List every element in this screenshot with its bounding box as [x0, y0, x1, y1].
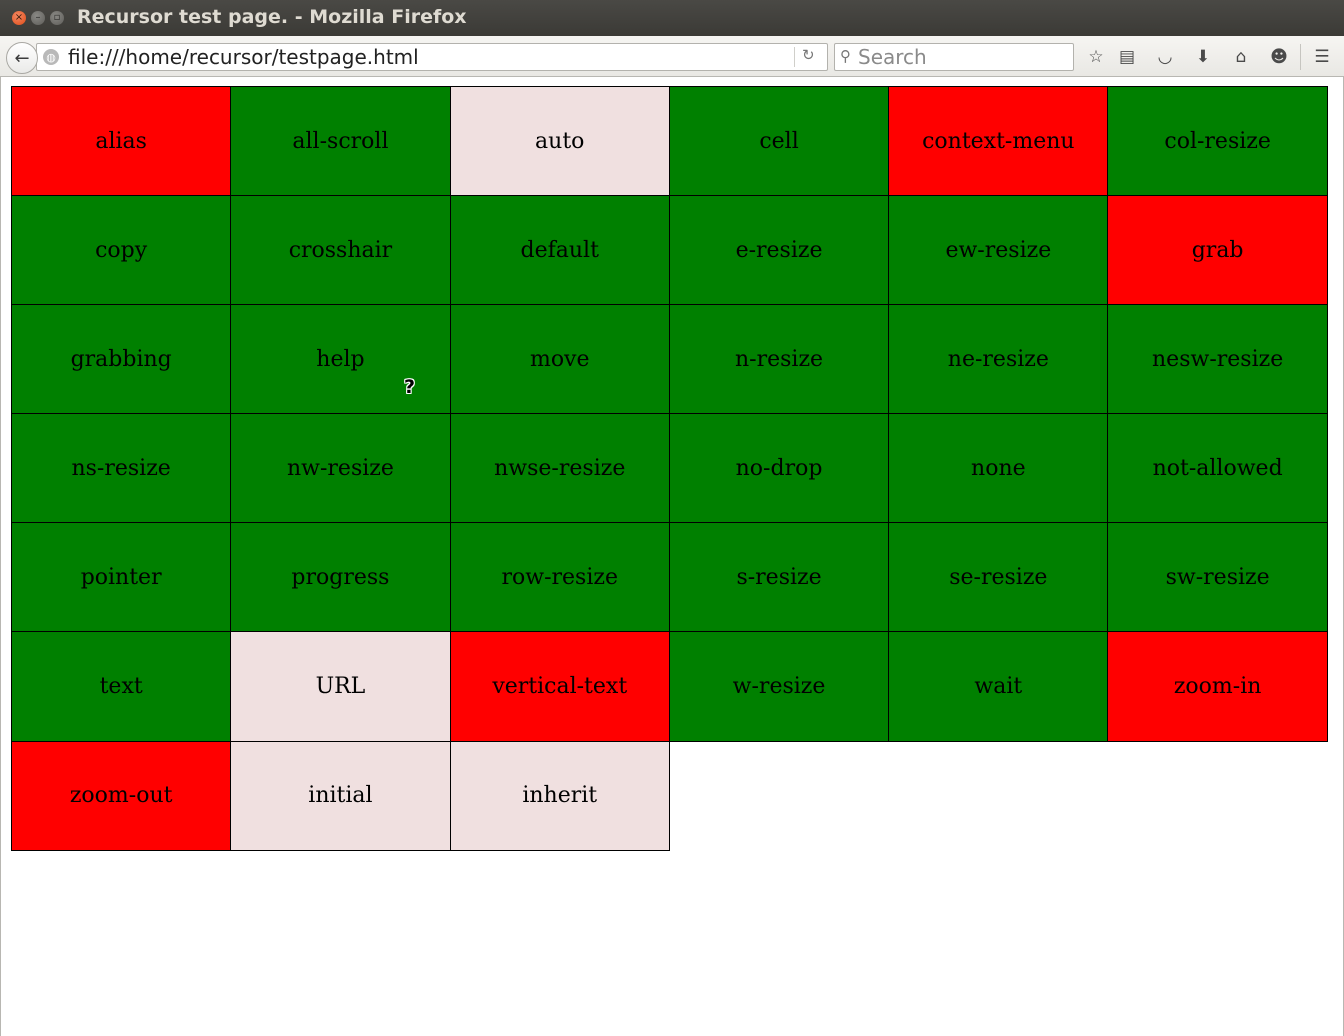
- maximize-window-button[interactable]: ▫: [50, 11, 64, 25]
- cursor-cell-row-resize[interactable]: row-resize: [449, 522, 670, 633]
- window-title: Recursor test page. - Mozilla Firefox: [77, 6, 467, 28]
- cursor-cell-n-resize[interactable]: n-resize: [668, 304, 890, 415]
- hello-chat-icon[interactable]: ☻: [1267, 45, 1291, 69]
- close-icon: ×: [14, 12, 24, 23]
- cursor-cell-nw-resize[interactable]: nw-resize: [230, 413, 451, 524]
- cursor-cell-grabbing[interactable]: grabbing: [11, 304, 232, 415]
- bookmark-star-icon[interactable]: ☆: [1084, 45, 1108, 69]
- cursor-cell-zoom-out[interactable]: zoom-out: [11, 740, 232, 851]
- site-identity-icon[interactable]: ◍: [43, 49, 59, 65]
- cursor-cell-alias[interactable]: alias: [11, 86, 232, 197]
- cursor-cell-none[interactable]: none: [888, 413, 1109, 524]
- cursor-cell-default[interactable]: default: [449, 195, 670, 306]
- cursor-cell-context-menu[interactable]: context-menu: [888, 86, 1109, 197]
- home-icon[interactable]: ⌂: [1229, 45, 1253, 69]
- url-text[interactable]: file:///home/recursor/testpage.html: [68, 45, 419, 69]
- cursor-cell-pointer[interactable]: pointer: [11, 522, 232, 633]
- downloads-icon[interactable]: ⬇: [1191, 45, 1215, 69]
- cursor-cell-col-resize[interactable]: col-resize: [1107, 86, 1328, 197]
- cursor-cell-zoom-in[interactable]: zoom-in: [1107, 631, 1328, 742]
- cursor-cell-se-resize[interactable]: se-resize: [888, 522, 1109, 633]
- cursor-cell-no-drop[interactable]: no-drop: [668, 413, 890, 524]
- cursor-cell-progress[interactable]: progress: [230, 522, 451, 633]
- cursor-cell-w-resize[interactable]: w-resize: [668, 631, 890, 742]
- bookmarks-list-icon[interactable]: ▤: [1115, 45, 1139, 69]
- cursor-cell-ne-resize[interactable]: ne-resize: [888, 304, 1109, 415]
- cursor-cell-move[interactable]: move: [449, 304, 670, 415]
- cursor-cell-wait[interactable]: wait: [888, 631, 1109, 742]
- cursor-cell-nesw-resize[interactable]: nesw-resize: [1107, 304, 1328, 415]
- cursor-cell-e-resize[interactable]: e-resize: [668, 195, 890, 306]
- cursor-cell-copy[interactable]: copy: [11, 195, 232, 306]
- back-button[interactable]: ←: [6, 42, 38, 74]
- help-cursor-icon: ?: [404, 376, 416, 398]
- cursor-cell-grab[interactable]: grab: [1107, 195, 1328, 306]
- maximize-icon: ▫: [53, 12, 61, 23]
- reload-icon[interactable]: ↻: [802, 46, 815, 64]
- cursor-cell-s-resize[interactable]: s-resize: [668, 522, 890, 633]
- cursor-cell-text[interactable]: text: [11, 631, 232, 742]
- cursor-cell-all-scroll[interactable]: all-scroll: [230, 86, 451, 197]
- cursor-cell-ns-resize[interactable]: ns-resize: [11, 413, 232, 524]
- close-window-button[interactable]: ×: [12, 11, 26, 25]
- cursor-cell-nwse-resize[interactable]: nwse-resize: [449, 413, 670, 524]
- divider: [794, 47, 795, 67]
- search-placeholder[interactable]: Search: [858, 45, 927, 69]
- page-content: alias all-scroll auto cell context-menu col-r…: [0, 77, 1344, 1036]
- window-titlebar: × – ▫ Recursor test page. - Mozilla Fire…: [0, 0, 1344, 36]
- cursor-cell-ew-resize[interactable]: ew-resize: [888, 195, 1109, 306]
- divider: [1300, 44, 1301, 70]
- search-icon: ⚲: [840, 47, 851, 65]
- hamburger-menu-icon[interactable]: ☰: [1310, 45, 1334, 69]
- cursor-grid: alias all-scroll auto cell context-menu col-r…: [11, 86, 1328, 851]
- minimize-window-button[interactable]: –: [31, 11, 45, 25]
- cursor-cell-url[interactable]: URL: [230, 631, 451, 742]
- back-arrow-icon: ←: [14, 47, 30, 69]
- cursor-cell-crosshair[interactable]: crosshair: [230, 195, 451, 306]
- cursor-cell-initial[interactable]: initial: [230, 740, 451, 851]
- cursor-cell-cell[interactable]: cell: [668, 86, 890, 197]
- minimize-icon: –: [35, 12, 41, 23]
- search-input[interactable]: ⚲ Search: [834, 43, 1074, 71]
- pocket-icon[interactable]: ◡: [1153, 45, 1177, 69]
- cursor-cell-auto[interactable]: auto: [449, 86, 670, 197]
- url-bar[interactable]: ◍ file:///home/recursor/testpage.html ↻: [36, 43, 828, 71]
- cursor-cell-inherit[interactable]: inherit: [449, 740, 670, 851]
- cursor-cell-not-allowed[interactable]: not-allowed: [1107, 413, 1328, 524]
- cursor-cell-sw-resize[interactable]: sw-resize: [1107, 522, 1328, 633]
- cursor-cell-vertical-text[interactable]: vertical-text: [449, 631, 670, 742]
